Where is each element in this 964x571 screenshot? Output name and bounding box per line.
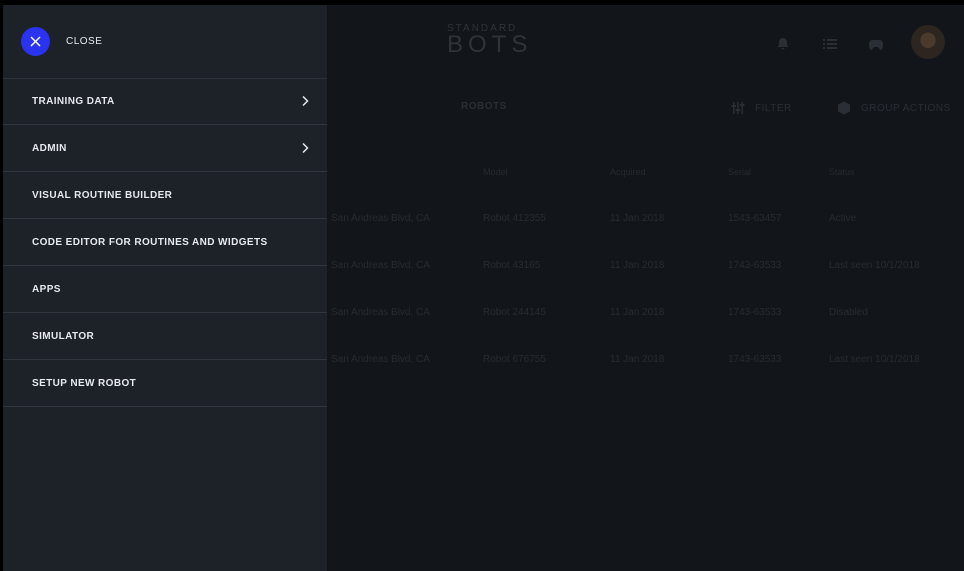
menu-item-label: SETUP NEW ROBOT (32, 378, 137, 389)
model-cell: Robot 676755 (483, 354, 546, 365)
list-icon[interactable] (823, 37, 837, 49)
menu-item-apps[interactable]: APPS (3, 266, 327, 313)
menu-item-simulator[interactable]: SIMULATOR (3, 313, 327, 360)
menu-item-label: TRAINING DATA (32, 96, 115, 107)
serial-cell: 1743-63533 (728, 307, 782, 318)
controller-icon[interactable] (869, 37, 883, 50)
logo-main-text: BOTS (447, 31, 533, 58)
serial-cell: 1743-63533 (728, 260, 782, 271)
drawer-header: CLOSE (3, 5, 327, 79)
serial-cell: 1543-63457 (728, 213, 782, 224)
close-label[interactable]: CLOSE (66, 36, 102, 47)
location-cell: San Andreas Blvd, CA (331, 213, 430, 224)
model-cell: Robot 412355 (483, 213, 546, 224)
logo: STANDARD BOTS (447, 23, 533, 58)
filter-label: FILTER (755, 102, 792, 114)
status-cell: Last seen 10/1/2018 (829, 260, 920, 271)
acquired-cell: 11 Jan 2018 (610, 260, 665, 271)
chevron-right-icon (302, 142, 309, 154)
location-cell: San Andreas Blvd, CA (331, 260, 430, 271)
group-actions-button[interactable]: GROUP ACTIONS (837, 101, 951, 115)
menu-list: TRAINING DATA ADMIN VISUAL ROUTINE BUILD… (3, 78, 327, 407)
model-cell: Robot 244145 (483, 307, 546, 318)
menu-item-label: ADMIN (32, 143, 67, 154)
column-header-serial[interactable]: Serial (728, 167, 751, 177)
menu-item-training-data[interactable]: TRAINING DATA (3, 78, 327, 125)
model-cell: Robot 43165 (483, 260, 541, 271)
location-cell: San Andreas Blvd, CA (331, 354, 430, 365)
status-cell: Disabled (829, 307, 868, 318)
tab-robots[interactable]: ROBOTS (461, 101, 507, 112)
menu-item-setup-new-robot[interactable]: SETUP NEW ROBOT (3, 360, 327, 407)
acquired-cell: 11 Jan 2018 (610, 213, 665, 224)
close-button[interactable] (21, 27, 50, 56)
group-actions-label: GROUP ACTIONS (861, 102, 951, 114)
status-cell: Last seen 10/1/2018 (829, 354, 920, 365)
acquired-cell: 11 Jan 2018 (610, 354, 665, 365)
menu-item-admin[interactable]: ADMIN (3, 125, 327, 172)
box-icon (838, 101, 850, 115)
close-icon (30, 36, 41, 47)
app-window: STANDARD BOTS ROBOTS FILTER GROUP ACTION… (3, 5, 964, 571)
chevron-right-icon (302, 95, 309, 107)
avatar[interactable] (911, 25, 945, 59)
bell-icon[interactable] (776, 37, 790, 50)
menu-item-visual-routine-builder[interactable]: VISUAL ROUTINE BUILDER (3, 172, 327, 219)
menu-item-label: APPS (32, 284, 61, 295)
column-header-model[interactable]: Model (483, 167, 508, 177)
acquired-cell: 11 Jan 2018 (610, 307, 665, 318)
menu-item-label: VISUAL ROUTINE BUILDER (32, 190, 173, 201)
navigation-drawer: CLOSE TRAINING DATA ADMIN VISUAL ROUTINE… (3, 5, 327, 571)
filter-button[interactable]: FILTER (731, 101, 792, 115)
menu-item-code-editor[interactable]: CODE EDITOR FOR ROUTINES AND WIDGETS (3, 219, 327, 266)
status-cell: Active (829, 213, 857, 224)
filter-icon (731, 102, 745, 114)
serial-cell: 1743-63533 (728, 354, 782, 365)
menu-item-label: SIMULATOR (32, 331, 95, 342)
column-header-status[interactable]: Status (829, 167, 855, 177)
column-header-acquired[interactable]: Acquired (610, 167, 646, 177)
location-cell: San Andreas Blvd, CA (331, 307, 430, 318)
menu-item-label: CODE EDITOR FOR ROUTINES AND WIDGETS (32, 237, 268, 248)
